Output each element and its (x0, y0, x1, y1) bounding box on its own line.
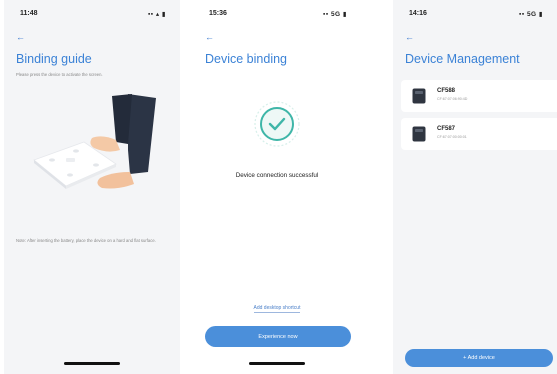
home-indicator (64, 362, 120, 365)
status-icons: ▪▪ 5G ▮ (323, 11, 347, 18)
scale-electrode (49, 158, 55, 162)
battery-note: Note: After inserting the battery, place… (16, 238, 156, 243)
status-time: 11:48 (20, 10, 38, 17)
status-icons: ▪▪ ▴ ▮ (147, 11, 166, 18)
status-bar: 11:48 ▪▪ ▴ ▮ (4, 10, 180, 24)
scale-electrode (67, 173, 73, 177)
page-title: Device binding (205, 52, 287, 66)
scale-electrode (73, 149, 79, 153)
back-arrow-icon[interactable]: ← (16, 33, 25, 42)
status-bar: 14:16 ▪▪ 5G ▮ (393, 10, 557, 24)
scale-illustration (33, 94, 156, 189)
device-mac: CF:67:07:00:00:01 (437, 135, 467, 139)
page-title: Device Management (405, 52, 520, 66)
binding-guide-screen: 11:48 ▪▪ ▴ ▮ ← Binding guide Please pres… (4, 0, 180, 374)
page-subtitle: Please press the device to activate the … (16, 72, 103, 77)
back-arrow-icon[interactable]: ← (205, 33, 214, 42)
scale-display (66, 158, 75, 162)
device-name: CF588 (437, 88, 456, 94)
success-message: Device connection successful (235, 172, 319, 179)
device-card[interactable]: CF588 CF:67:07:06:90:4D (401, 80, 557, 112)
leg (128, 94, 156, 174)
device-binding-screen: 15:36 ▪▪ 5G ▮ ← Device binding Device co… (193, 0, 361, 374)
link-label: Add desktop shortcut (253, 305, 301, 313)
add-desktop-shortcut-link[interactable]: Add desktop shortcut (193, 305, 361, 313)
scale-device-icon (412, 126, 426, 142)
status-time: 14:16 (409, 10, 427, 17)
device-management-screen: 14:16 ▪▪ 5G ▮ ← Device Management CF588 … (393, 0, 557, 374)
device-card[interactable]: CF587 CF:67:07:00:00:01 (401, 118, 557, 150)
device-mac: CF:67:07:06:90:4D (437, 97, 468, 101)
page-title: Binding guide (16, 52, 92, 66)
status-time: 15:36 (209, 10, 227, 17)
scale-electrode (93, 163, 99, 167)
back-arrow-icon[interactable]: ← (405, 33, 414, 42)
device-name: CF587 (437, 126, 456, 132)
foot-front (97, 172, 134, 189)
scale-device-icon (412, 88, 426, 104)
status-icons: ▪▪ 5G ▮ (519, 11, 543, 18)
success-check-icon (254, 101, 300, 147)
add-device-button[interactable]: + Add device (405, 349, 553, 367)
experience-now-button[interactable]: Experience now (205, 326, 351, 347)
success-ring (260, 107, 294, 141)
home-indicator (249, 362, 305, 365)
status-bar: 15:36 ▪▪ 5G ▮ (193, 10, 361, 24)
